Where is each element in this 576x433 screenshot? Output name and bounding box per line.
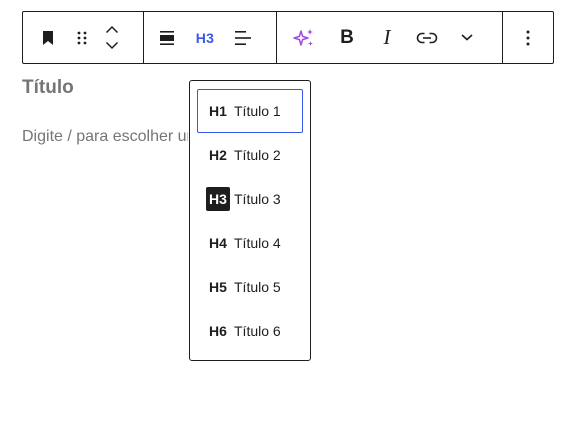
chevron-up-icon (105, 25, 119, 34)
menu-item-label: Título 4 (234, 235, 281, 251)
h5-icon: H5 (209, 279, 227, 295)
italic-button[interactable]: I (367, 19, 407, 57)
menu-item-h4[interactable]: H4 Título 4 (197, 221, 303, 265)
chevron-down-icon (461, 34, 473, 41)
menu-item-h2[interactable]: H2 Título 2 (197, 133, 303, 177)
bold-icon: B (340, 26, 354, 48)
toolbar-group-options (502, 12, 553, 63)
drag-handle[interactable] (67, 19, 97, 57)
toolbar-group-block (23, 12, 143, 63)
h6-icon: H6 (209, 323, 227, 339)
align-button[interactable] (148, 19, 186, 57)
menu-item-label: Título 3 (234, 191, 281, 207)
menu-item-label: Título 5 (234, 279, 281, 295)
h4-icon: H4 (209, 235, 227, 251)
sparkles-icon (293, 28, 313, 46)
heading-block[interactable]: Título (22, 77, 74, 99)
menu-item-h3[interactable]: H3 Título 3 (197, 177, 303, 221)
h2-icon: H2 (209, 147, 227, 163)
menu-item-h1[interactable]: H1 Título 1 (197, 89, 303, 133)
move-up-button[interactable] (105, 22, 119, 38)
menu-item-label: Título 1 (234, 103, 281, 119)
move-buttons (97, 22, 127, 54)
link-icon (416, 32, 438, 43)
menu-item-h5[interactable]: H5 Título 5 (197, 265, 303, 309)
bold-button[interactable]: B (327, 19, 367, 57)
heading-level-label: H3 (195, 29, 215, 46)
heading-level-menu: H1 Título 1 H2 Título 2 H3 Título 3 H4 T… (189, 80, 311, 361)
bookmark-icon (43, 30, 53, 45)
italic-icon: I (383, 25, 391, 49)
toolbar-group-format: B I (276, 12, 502, 63)
text-align-button[interactable] (224, 19, 262, 57)
more-formats-button[interactable] (447, 19, 487, 57)
move-down-button[interactable] (105, 38, 119, 54)
drag-handle-icon (77, 31, 87, 44)
menu-item-label: Título 6 (234, 323, 281, 339)
h1-icon: H1 (209, 103, 227, 119)
chevron-down-icon (105, 41, 119, 50)
align-center-icon (160, 30, 174, 45)
options-button[interactable] (509, 19, 547, 57)
block-type-button[interactable] (29, 19, 67, 57)
block-toolbar: H3 B I (22, 11, 554, 64)
align-left-icon (235, 30, 251, 45)
paragraph-placeholder[interactable]: Digite / para escolher um bloco (22, 128, 188, 148)
menu-item-label: Título 2 (234, 147, 281, 163)
link-button[interactable] (407, 19, 447, 57)
menu-item-h6[interactable]: H6 Título 6 (197, 309, 303, 353)
more-vertical-icon (526, 30, 530, 45)
heading-level-button[interactable]: H3 (186, 19, 224, 57)
h3-icon: H3 (206, 187, 230, 211)
toolbar-group-heading: H3 (143, 12, 276, 63)
ai-assistant-button[interactable] (281, 19, 327, 57)
